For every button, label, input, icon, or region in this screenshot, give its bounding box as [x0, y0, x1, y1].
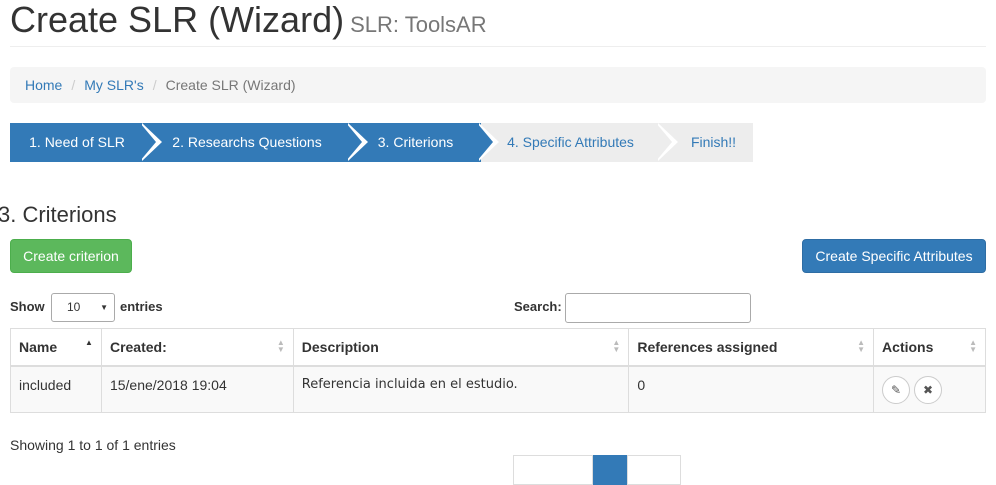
caret-down-icon: ▼ — [100, 303, 108, 312]
table-info: Showing 1 to 1 of 1 entries — [10, 437, 176, 453]
edit-icon[interactable]: ✎ — [882, 376, 911, 404]
cell-actions: ✎ ✖ — [873, 365, 986, 413]
wizard-step-1[interactable]: 1. Need of SLR — [10, 123, 144, 162]
column-header-label: References assigned — [637, 339, 778, 355]
breadcrumb-my-slrs-link[interactable]: My SLR's — [84, 77, 143, 93]
column-header-references[interactable]: References assigned ▲ ▼ — [628, 328, 875, 367]
wizard-step-label: 1. Need of SLR — [29, 134, 125, 150]
cell-created: 15/ene/2018 19:04 — [100, 365, 294, 413]
page-title: Create SLR (Wizard) SLR: ToolsAR — [10, 0, 487, 47]
breadcrumb: Home / My SLR's / Create SLR (Wizard) — [10, 67, 986, 103]
column-header-label: Created: — [109, 339, 167, 355]
wizard-step-label: 3. Criterions — [377, 134, 454, 150]
step-arrow — [656, 123, 672, 161]
section-title: 3. Criterions — [0, 202, 117, 227]
column-header-label: Actions — [882, 339, 934, 355]
cell-description: Referencia incluida en el estudio. — [292, 365, 630, 413]
step-arrow — [477, 123, 493, 161]
cell-references-assigned: 0 — [628, 365, 875, 413]
pagination — [513, 455, 681, 485]
criteria-table: Name ▲▼ Created: ▲▼ Description ▲▼ Refer… — [10, 328, 986, 413]
breadcrumb-current: Create SLR (Wizard) — [165, 77, 296, 93]
sort-icon: ▲ ▼ — [276, 338, 285, 354]
column-header-description[interactable]: Description ▲ ▼ — [292, 328, 630, 367]
column-header-label: Name — [19, 339, 58, 355]
header-divider — [10, 46, 986, 47]
search-label: Search: — [514, 299, 562, 314]
wizard-step-3[interactable]: 3. Criterions — [350, 123, 481, 162]
page-length-select[interactable]: 10 ▼ — [51, 293, 115, 322]
table-row: included 15/ene/2018 19:04 Referencia in… — [10, 365, 986, 413]
column-header-actions[interactable]: Actions ▲ ▼ — [873, 328, 986, 367]
sort-icon: ▲ ▼ — [612, 338, 621, 354]
sort-icon: ▲ ▼ — [857, 338, 866, 354]
wizard-step-4[interactable]: 4. Specific Attributes — [481, 123, 660, 162]
delete-icon[interactable]: ✖ — [914, 376, 943, 404]
sort-asc-icon: ▲▼ — [85, 338, 93, 347]
pagination-page-button[interactable] — [593, 455, 627, 485]
create-criterion-button[interactable]: Create criterion — [10, 239, 132, 273]
breadcrumb-home-link[interactable]: Home — [25, 77, 62, 93]
show-label: Show — [10, 299, 45, 314]
cell-name: included — [10, 365, 102, 413]
page-subtitle: SLR: ToolsAR — [350, 12, 487, 37]
page-title-text: Create SLR (Wizard) — [10, 0, 345, 40]
column-header-name[interactable]: Name ▲▼ — [10, 328, 102, 367]
step-arrow — [346, 123, 362, 161]
wizard-step-label: 2. Researchs Questions — [172, 134, 322, 150]
wizard-step-label: 4. Specific Attributes — [507, 134, 634, 150]
column-header-label: Description — [301, 339, 379, 355]
table-header-row: Name ▲▼ Created: ▲▼ Description ▲▼ Refer… — [10, 328, 986, 367]
page-length-value: 10 — [67, 300, 81, 314]
search-input[interactable] — [565, 293, 751, 323]
sort-icon: ▲ ▼ — [969, 338, 977, 354]
breadcrumb-separator: / — [152, 77, 157, 93]
entries-label: entries — [120, 299, 163, 314]
column-header-created[interactable]: Created: ▲ ▼ — [100, 328, 294, 367]
pagination-previous-button[interactable] — [513, 455, 593, 485]
pagination-next-button[interactable] — [627, 455, 681, 485]
breadcrumb-separator: / — [71, 77, 76, 93]
create-specific-attributes-button[interactable]: Create Specific Attributes — [802, 239, 986, 273]
wizard-step-2[interactable]: 2. Researchs Questions — [144, 123, 350, 162]
wizard-step-label: Finish!! — [690, 134, 737, 150]
step-arrow — [140, 123, 156, 161]
